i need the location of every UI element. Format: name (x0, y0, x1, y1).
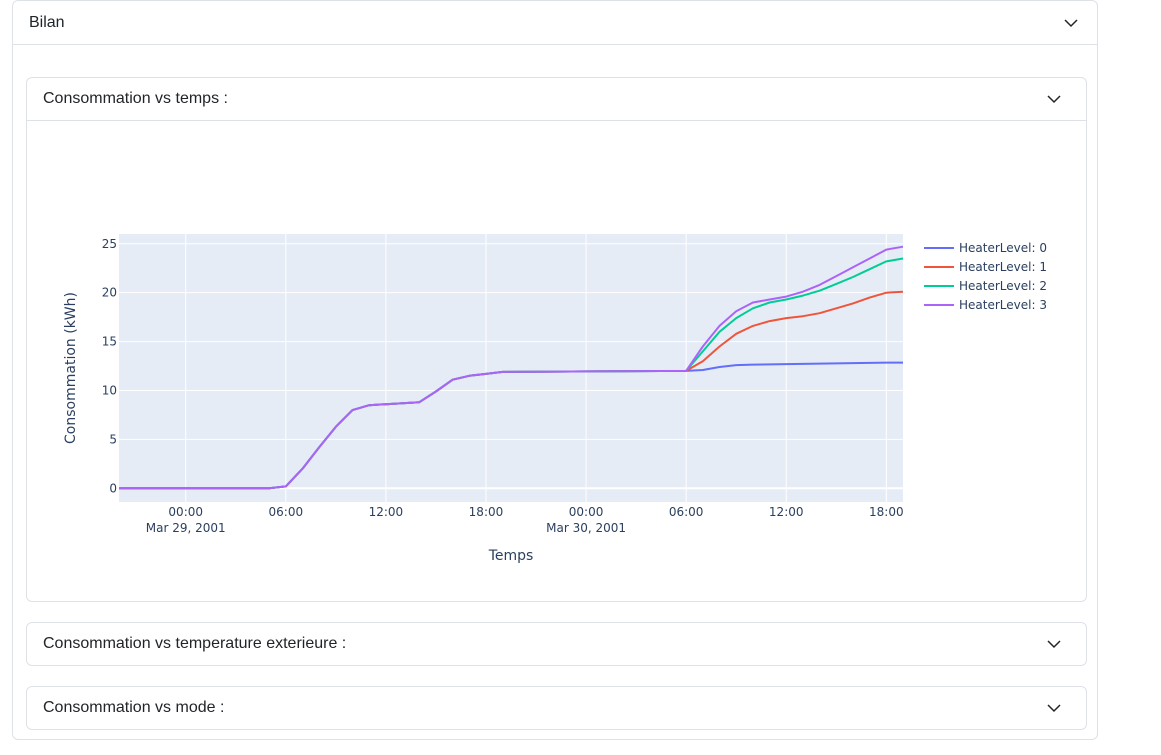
legend-label: HeaterLevel: 2 (959, 279, 1047, 293)
y-tick-label: 5 (109, 432, 117, 446)
chart-container: 0 5 10 15 20 25 00:00 Mar 29, 2001 06:00 12:00 18:… (27, 121, 1086, 601)
legend-label: HeaterLevel: 1 (959, 260, 1047, 274)
legend-label: HeaterLevel: 0 (959, 241, 1047, 255)
section-header-consommation-temps[interactable]: Consommation vs temps : (27, 78, 1086, 121)
section-consommation-temps: Consommation vs temps : 0 5 10 15 20 25 00:00 M… (26, 77, 1087, 602)
x-tick-label: 12:00 (769, 505, 804, 519)
bilan-panel: Bilan Consommation vs temps : 0 5 10 15 20 25… (12, 0, 1098, 740)
section-title: Consommation vs temperature exterieure : (43, 635, 347, 652)
section-header-consommation-mode[interactable]: Consommation vs mode : (27, 687, 1086, 729)
x-axis-title: Temps (488, 548, 534, 564)
x-tick-label: 00:00 (569, 505, 604, 519)
x-tick-sublabel: Mar 30, 2001 (546, 521, 626, 535)
legend-label: HeaterLevel: 3 (959, 298, 1047, 312)
y-tick-label: 20 (102, 286, 117, 300)
consumption-chart: 0 5 10 15 20 25 00:00 Mar 29, 2001 06:00 12:00 18:… (63, 234, 1047, 564)
y-axis-title: Consommation (kWh) (63, 292, 79, 444)
x-tick-label: 06:00 (269, 505, 304, 519)
section-consommation-temperature: Consommation vs temperature exterieure : (26, 622, 1087, 666)
y-tick-label: 15 (102, 335, 117, 349)
x-tick-label: 12:00 (369, 505, 404, 519)
x-tick-label: 18:00 (869, 505, 904, 519)
chevron-down-icon[interactable] (1063, 15, 1079, 31)
bilan-title: Bilan (29, 13, 65, 31)
section-consommation-mode: Consommation vs mode : (26, 686, 1087, 730)
y-tick-label: 10 (102, 383, 117, 397)
x-tick-label: 18:00 (469, 505, 504, 519)
chevron-down-icon[interactable] (1046, 700, 1062, 716)
y-tick-label: 25 (102, 237, 117, 251)
x-tick-sublabel: Mar 29, 2001 (146, 521, 226, 535)
plot-background (119, 234, 903, 502)
x-tick-label: 06:00 (669, 505, 704, 519)
section-title: Consommation vs temps : (43, 90, 228, 107)
section-header-consommation-temperature[interactable]: Consommation vs temperature exterieure : (27, 623, 1086, 665)
chevron-down-icon[interactable] (1046, 91, 1062, 107)
section-title: Consommation vs mode : (43, 699, 225, 716)
bilan-header[interactable]: Bilan (13, 1, 1097, 45)
y-tick-label: 0 (109, 481, 117, 495)
x-tick-label: 00:00 (168, 505, 203, 519)
chevron-down-icon[interactable] (1046, 636, 1062, 652)
